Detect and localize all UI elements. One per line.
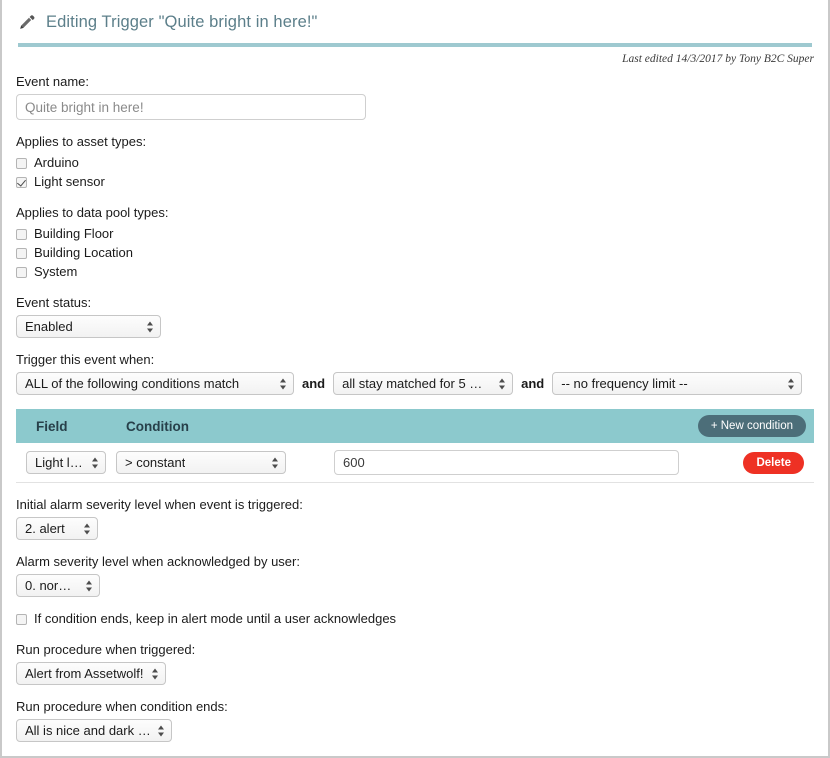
chevron-updown-icon bbox=[92, 456, 99, 469]
procedure-ends-label: Run procedure when condition ends: bbox=[16, 699, 228, 714]
keep-alert-mode-row[interactable]: If condition ends, keep in alert mode un… bbox=[16, 610, 814, 628]
event-name-label: Event name: bbox=[16, 74, 89, 89]
and-separator-2: and bbox=[521, 376, 545, 391]
checkbox-keep-alert-mode[interactable] bbox=[16, 613, 27, 625]
condition-operator-value: > constant bbox=[125, 455, 186, 470]
checkbox-arduino[interactable] bbox=[16, 157, 27, 169]
match-mode-value: ALL of the following conditions match bbox=[25, 376, 240, 391]
chevron-updown-icon bbox=[788, 377, 795, 390]
procedure-ends-value: All is nice and dark again bbox=[25, 723, 151, 738]
event-status-select[interactable]: Enabled bbox=[16, 315, 161, 338]
condition-field-value: Light level bbox=[35, 455, 85, 470]
frequency-limit-value: -- no frequency limit -- bbox=[561, 376, 688, 391]
last-edited-text: Last edited 14/3/2017 by Tony B2C Super bbox=[622, 53, 814, 65]
checkbox-system[interactable] bbox=[16, 266, 27, 278]
chevron-updown-icon bbox=[499, 377, 506, 390]
page-title: Editing Trigger "Quite bright in here!" bbox=[46, 12, 318, 31]
ack-severity-value: 0. normal bbox=[25, 578, 79, 593]
chevron-updown-icon bbox=[86, 579, 93, 592]
initial-severity-value: 2. alert bbox=[25, 521, 65, 536]
data-pool-label: Building Location bbox=[34, 245, 134, 260]
keep-alert-mode-label: If condition ends, keep in alert mode un… bbox=[34, 611, 397, 626]
condition-field-select[interactable]: Light level bbox=[26, 451, 106, 474]
chevron-updown-icon bbox=[84, 522, 91, 535]
data-pool-building-floor[interactable]: Building Floor bbox=[16, 225, 814, 243]
trigger-condition-row: ALL of the following conditions match an… bbox=[16, 372, 814, 395]
chevron-updown-icon bbox=[158, 724, 165, 737]
data-pool-building-location[interactable]: Building Location bbox=[16, 244, 814, 262]
ack-severity-label: Alarm severity level when acknowledged b… bbox=[16, 554, 300, 569]
column-header-condition: Condition bbox=[126, 418, 189, 434]
frequency-limit-select[interactable]: -- no frequency limit -- bbox=[552, 372, 803, 395]
data-pool-types-label: Applies to data pool types: bbox=[16, 205, 169, 220]
and-separator-1: and bbox=[302, 376, 326, 391]
condition-value-input[interactable] bbox=[334, 450, 679, 475]
chevron-updown-icon bbox=[280, 377, 287, 390]
page-header: Editing Trigger "Quite bright in here!" bbox=[2, 0, 828, 34]
initial-severity-select[interactable]: 2. alert bbox=[16, 517, 98, 540]
procedure-triggered-select[interactable]: Alert from Assetwolf! bbox=[16, 662, 166, 685]
procedure-triggered-label: Run procedure when triggered: bbox=[16, 642, 196, 657]
procedure-triggered-value: Alert from Assetwolf! bbox=[25, 666, 144, 681]
condition-operator-select[interactable]: > constant bbox=[116, 451, 286, 474]
asset-type-arduino[interactable]: Arduino bbox=[16, 154, 814, 172]
ack-severity-select[interactable]: 0. normal bbox=[16, 574, 100, 597]
chevron-updown-icon bbox=[152, 667, 159, 680]
asset-type-label: Light sensor bbox=[34, 174, 105, 189]
chevron-updown-icon bbox=[272, 456, 279, 469]
match-mode-select[interactable]: ALL of the following conditions match bbox=[16, 372, 294, 395]
column-header-field: Field bbox=[36, 418, 68, 434]
event-status-value: Enabled bbox=[25, 319, 73, 334]
initial-severity-label: Initial alarm severity level when event … bbox=[16, 497, 303, 512]
event-name-input[interactable] bbox=[16, 94, 366, 120]
new-condition-button[interactable]: + New condition bbox=[697, 415, 806, 437]
trigger-when-label: Trigger this event when: bbox=[16, 352, 155, 367]
trigger-form: Event name: Applies to asset types: Ardu… bbox=[2, 74, 828, 395]
pencil-icon bbox=[20, 15, 35, 29]
stay-matched-value: all stay matched for 5 minutes bbox=[342, 376, 492, 391]
procedure-ends-select[interactable]: All is nice and dark again bbox=[16, 719, 172, 742]
save-button-container: Save bbox=[2, 742, 828, 756]
asset-types-label: Applies to asset types: bbox=[16, 134, 147, 149]
chevron-updown-icon bbox=[147, 320, 154, 333]
data-pool-system[interactable]: System bbox=[16, 263, 814, 281]
event-status-label: Event status: bbox=[16, 295, 92, 310]
checkbox-building-floor[interactable] bbox=[16, 228, 27, 240]
checkbox-building-location[interactable] bbox=[16, 247, 27, 259]
delete-condition-button[interactable]: Delete bbox=[743, 451, 804, 474]
conditions-table-header: Field Condition + New condition bbox=[16, 409, 814, 443]
trigger-form-lower: Initial alarm severity level when event … bbox=[2, 497, 828, 742]
data-pool-label: System bbox=[34, 264, 78, 279]
trigger-edit-page: Editing Trigger "Quite bright in here!" … bbox=[0, 0, 830, 758]
stay-matched-select[interactable]: all stay matched for 5 minutes bbox=[333, 372, 514, 395]
asset-type-label: Arduino bbox=[34, 155, 79, 170]
table-row: Light level > constant Delete bbox=[16, 443, 814, 483]
checkbox-light-sensor[interactable] bbox=[16, 176, 27, 188]
asset-type-light-sensor[interactable]: Light sensor bbox=[16, 173, 814, 191]
data-pool-label: Building Floor bbox=[34, 226, 114, 241]
